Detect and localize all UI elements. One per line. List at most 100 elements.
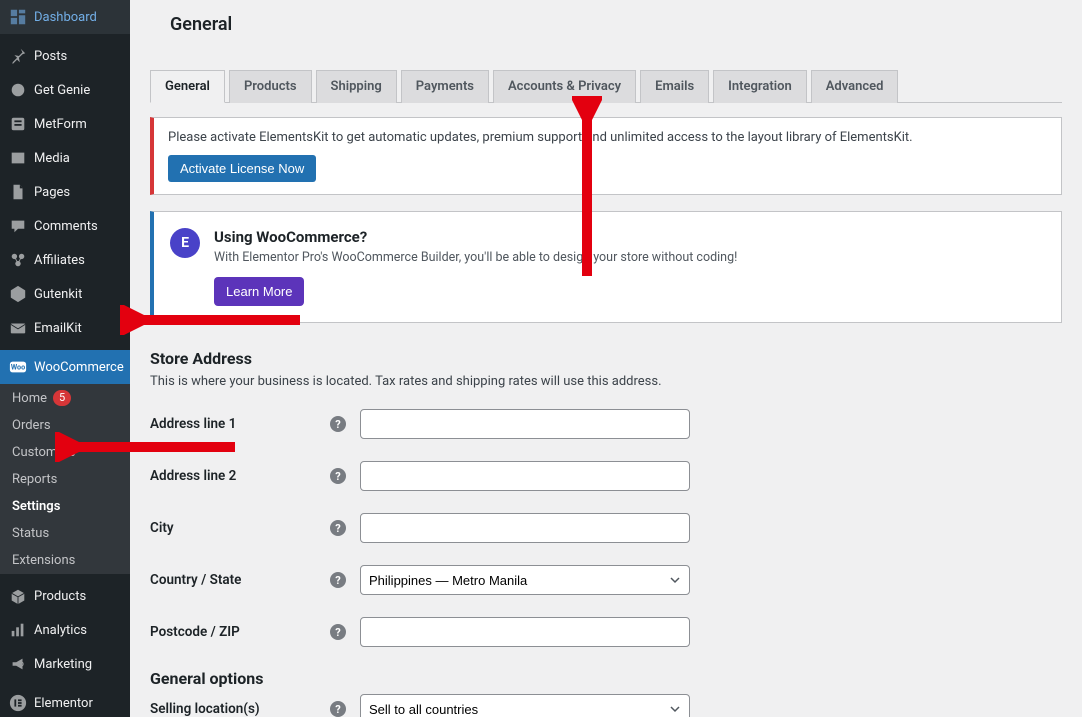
sidebar-item-label: MetForm [34,117,87,132]
store-address-desc: This is where your business is located. … [150,374,1062,389]
sidebar-item-woocommerce[interactable]: Woo WooCommerce [0,350,130,384]
help-icon[interactable]: ? [330,701,346,717]
sidebar-item-label: Pages [34,185,70,200]
sidebar-item-label: Marketing [34,657,92,672]
sidebar-item-label: WooCommerce [34,360,124,375]
comments-icon [8,216,28,236]
count-badge: 5 [53,390,71,406]
page-title: General [150,0,1062,49]
elementor-icon: E [170,228,200,258]
country-select[interactable]: Philippines — Metro Manila [360,565,690,595]
tab-advanced[interactable]: Advanced [811,70,899,103]
sidebar-item-get-genie[interactable]: Get Genie [0,73,130,107]
address2-input[interactable] [360,461,690,491]
help-icon[interactable]: ? [330,468,346,484]
main-content: General GeneralProductsShippingPaymentsA… [130,0,1082,717]
selling-location-select[interactable]: Sell to all countries [360,694,690,717]
sidebar-item-label: Posts [34,49,67,64]
form-icon [8,114,28,134]
sidebar-item-label: Comments [34,219,98,234]
sidebar-item-label: Gutenkit [34,287,82,302]
sidebar-item-elementor[interactable]: Elementor [0,686,130,717]
store-address-heading: Store Address [150,349,1062,368]
sidebar-item-label: Analytics [34,623,87,638]
submenu-label: Reports [12,472,57,487]
sidebar-item-metform[interactable]: MetForm [0,107,130,141]
address1-input[interactable] [360,409,690,439]
submenu-item-orders[interactable]: Orders [0,412,130,439]
help-icon[interactable]: ? [330,624,346,640]
tab-payments[interactable]: Payments [401,70,489,103]
sidebar-item-gutenkit[interactable]: Gutenkit [0,277,130,311]
promo-text: With Elementor Pro's WooCommerce Builder… [214,250,737,265]
country-label: Country / State [150,572,330,588]
postcode-input[interactable] [360,617,690,647]
emailkit-icon [8,318,28,338]
elementor-icon [8,693,28,713]
city-input[interactable] [360,513,690,543]
sidebar-item-posts[interactable]: Posts [0,39,130,73]
sidebar-item-label: EmailKit [34,321,82,336]
tab-products[interactable]: Products [229,70,312,103]
submenu-item-reports[interactable]: Reports [0,466,130,493]
submenu-item-settings[interactable]: Settings [0,493,130,520]
sidebar-item-emailkit[interactable]: EmailKit [0,311,130,345]
tab-shipping[interactable]: Shipping [316,70,397,103]
sidebar-item-pages[interactable]: Pages [0,175,130,209]
submenu-item-extensions[interactable]: Extensions [0,547,130,574]
submenu-label: Extensions [12,553,75,568]
submenu-item-customers[interactable]: Customers [0,439,130,466]
genie-icon [8,80,28,100]
postcode-label: Postcode / ZIP [150,624,330,640]
promo-title: Using WooCommerce? [214,228,737,246]
media-icon [8,148,28,168]
submenu-label: Customers [12,445,75,460]
learn-more-button[interactable]: Learn More [214,277,304,306]
marketing-icon [8,654,28,674]
woocommerce-submenu: Home 5Orders Customers Reports Settings Statu… [0,384,130,574]
help-icon[interactable]: ? [330,416,346,432]
pages-icon [8,182,28,202]
submenu-item-home[interactable]: Home 5 [0,384,130,412]
submenu-label: Settings [12,499,60,514]
help-icon[interactable]: ? [330,572,346,588]
sidebar-item-dashboard[interactable]: Dashboard [0,0,130,34]
tab-integration[interactable]: Integration [713,70,807,103]
svg-text:Woo: Woo [11,363,25,372]
settings-tabs: GeneralProductsShippingPaymentsAccounts … [150,69,1062,103]
tab-general[interactable]: General [150,70,225,103]
sidebar-item-label: Dashboard [34,10,97,25]
pin-icon [8,46,28,66]
sidebar-item-media[interactable]: Media [0,141,130,175]
sidebar-item-label: Media [34,151,70,166]
woo-icon: Woo [8,357,28,377]
help-icon[interactable]: ? [330,520,346,536]
selling-location-label: Selling location(s) [150,701,330,717]
sidebar-item-label: Elementor [34,696,93,711]
license-notice: Please activate ElementsKit to get autom… [150,117,1062,195]
sidebar-item-products[interactable]: Products [0,579,130,613]
tab-accounts-privacy[interactable]: Accounts & Privacy [493,70,636,103]
submenu-label: Home [12,391,47,406]
submenu-label: Orders [12,418,51,433]
sidebar-item-comments[interactable]: Comments [0,209,130,243]
notice-text: Please activate ElementsKit to get autom… [168,130,1047,145]
sidebar-item-label: Products [34,589,86,604]
submenu-label: Status [12,526,49,541]
elementor-promo: E Using WooCommerce? With Elementor Pro'… [150,211,1062,323]
submenu-item-status[interactable]: Status [0,520,130,547]
sidebar-item-marketing[interactable]: Marketing [0,647,130,681]
address2-label: Address line 2 [150,468,330,484]
address1-label: Address line 1 [150,416,330,432]
sidebar-item-label: Get Genie [34,83,90,98]
city-label: City [150,520,330,536]
dashboard-icon [8,7,28,27]
general-options-heading: General options [150,669,1062,688]
sidebar-item-analytics[interactable]: Analytics [0,613,130,647]
activate-license-button[interactable]: Activate License Now [168,155,316,182]
gutenkit-icon [8,284,28,304]
sidebar-item-label: Affiliates [34,253,85,268]
tab-emails[interactable]: Emails [640,70,709,103]
sidebar-item-affiliates[interactable]: Affiliates [0,243,130,277]
analytics-icon [8,620,28,640]
